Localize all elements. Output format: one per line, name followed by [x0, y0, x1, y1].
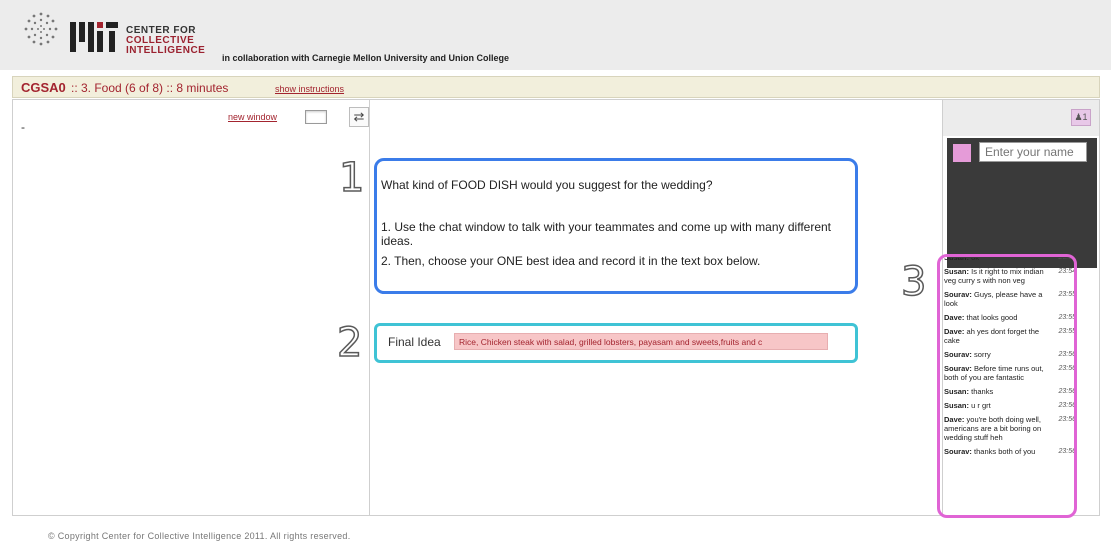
left-panel-content: -	[21, 120, 25, 134]
cci-logo-dots-icon	[24, 12, 58, 46]
annotation-number-3: 3	[900, 258, 927, 306]
show-instructions-link[interactable]: show instructions	[275, 84, 344, 94]
user-count: 1	[1082, 112, 1088, 122]
user-icon: ♟	[1074, 112, 1083, 122]
annotation-box-3	[937, 254, 1077, 518]
new-window-toggle[interactable]	[305, 110, 327, 124]
header: CENTER FOR COLLECTIVE INTELLIGENCE in co…	[0, 0, 1111, 70]
annotation-number-2: 2	[336, 319, 363, 367]
new-window-link[interactable]: new window	[228, 112, 277, 122]
task-title-bar: CGSA0 :: 3. Food (6 of 8) :: 8 minutes s…	[12, 76, 1100, 98]
task-title: :: 3. Food (6 of 8) :: 8 minutes	[71, 81, 229, 95]
collaboration-text: in collaboration with Carnegie Mellon Un…	[222, 53, 510, 63]
annotation-box-1	[374, 158, 858, 294]
session-code: CGSA0	[21, 80, 66, 95]
left-panel: new window ⇄ -	[12, 99, 370, 516]
chat-panel-header: ♟1	[943, 100, 1099, 136]
name-input[interactable]	[979, 142, 1087, 162]
logo-line-3: INTELLIGENCE	[126, 45, 206, 56]
copyright-footer: © Copyright Center for Collective Intell…	[48, 531, 351, 541]
cci-logo-text: CENTER FOR COLLECTIVE INTELLIGENCE	[126, 26, 205, 56]
annotation-number-1: 1	[338, 154, 365, 202]
user-color-swatch	[953, 144, 971, 162]
swap-panels-icon[interactable]: ⇄	[349, 107, 369, 127]
name-entry-area	[947, 138, 1097, 268]
user-count-badge[interactable]: ♟1	[1071, 109, 1091, 126]
annotation-box-2	[374, 323, 858, 363]
mit-logo-icon	[70, 22, 118, 52]
